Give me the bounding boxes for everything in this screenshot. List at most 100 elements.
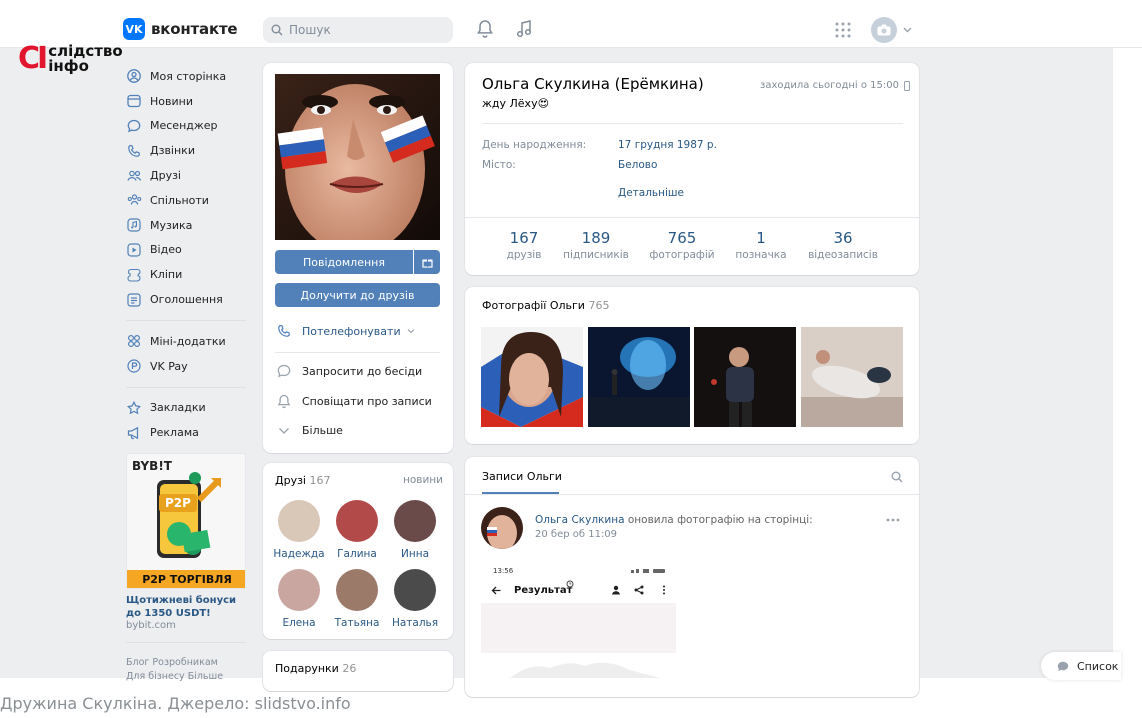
user-avatar-menu[interactable] (871, 17, 897, 43)
stat-videos[interactable]: 36 відеозаписів (803, 229, 883, 263)
nav-label: Оголошення (150, 293, 223, 307)
ad-url[interactable]: bybit.com (126, 620, 176, 631)
friend-item[interactable]: Инна (389, 500, 441, 560)
top-bar: VK вконтакте Пошук (0, 0, 1142, 48)
nav-label: Моя сторінка (150, 69, 227, 83)
city-value[interactable]: Белово (618, 159, 657, 171)
friend-item[interactable]: Наталья (389, 569, 441, 629)
nav-item-clips[interactable]: Кліпи (126, 262, 246, 287)
message-button[interactable]: Повідомлення (275, 250, 413, 274)
friends-news-link[interactable]: новини (403, 474, 443, 486)
nav-item-advertising[interactable]: Реклама (126, 420, 246, 445)
friend-item[interactable]: Татьяна (331, 569, 383, 629)
nav-item-mini-apps[interactable]: Міні-додатки (126, 329, 246, 354)
nav-divider (126, 386, 246, 388)
post-author-avatar[interactable] (481, 507, 523, 549)
vkpay-icon (126, 358, 142, 374)
nav-label: Друзі (150, 169, 181, 183)
search-icon[interactable] (891, 471, 903, 483)
post-screenshot[interactable]: 13:56 Результат (481, 563, 676, 653)
profile-status: жду Лёху😍 (482, 97, 550, 110)
birthday-label: День народження: (482, 139, 587, 151)
nav-item-ads[interactable]: Оголошення (126, 287, 246, 312)
add-friend-button[interactable]: Долучити до друзів (275, 283, 440, 307)
nav-item-communities[interactable]: Спільноти (126, 188, 246, 213)
nav-item-bookmarks[interactable]: Закладки (126, 396, 246, 421)
friend-item[interactable]: Галина (331, 500, 383, 560)
stat-followers[interactable]: 189 підписників (556, 229, 636, 263)
photo-thumbnail-1[interactable] (481, 327, 583, 427)
wall-tab[interactable]: Записи Ольги (482, 470, 562, 483)
nav-item-news[interactable]: Новини (126, 89, 246, 114)
friends-title: Друзі (275, 474, 306, 487)
bell-icon[interactable] (476, 19, 494, 39)
screenshot: VK вконтакте Пошук CI слідство інфо Моя … (0, 0, 1142, 718)
vk-logo[interactable]: VK вконтакте (123, 18, 238, 40)
nav-item-vkpay[interactable]: VK Pay (126, 354, 246, 379)
details-link[interactable]: Детальніше (618, 187, 684, 199)
back-arrow-icon (491, 586, 501, 595)
news-icon (126, 93, 142, 109)
video-icon (126, 242, 142, 258)
friend-item[interactable]: Елена (273, 569, 325, 629)
invite-to-chat-action[interactable]: Запросити до бесіди (276, 364, 422, 379)
bybit-ad-banner[interactable]: BYB!T P2P P2P ТОРГІВЛЯ (126, 453, 246, 589)
footer-line-1[interactable]: Блог Розробникам (126, 656, 256, 670)
call-label: Потелефонувати (302, 324, 401, 338)
shot-title: Результат (514, 585, 573, 596)
nav-label: Спільноти (150, 193, 209, 207)
nav-item-music[interactable]: Музика (126, 213, 246, 238)
footer-line-2[interactable]: Для бізнесу Більше (126, 670, 256, 684)
chevron-down-icon[interactable] (903, 27, 912, 33)
friends-header[interactable]: Друзі 167 (275, 474, 331, 487)
nav-label: Месенджер (150, 119, 218, 133)
profile-name: Ольга Скулкина (Ерёмкина) (482, 75, 704, 93)
friends-count: 167 (309, 474, 331, 487)
profile-photo[interactable] (275, 74, 440, 240)
vk-logo-text: вконтакте (151, 20, 238, 38)
post-date[interactable]: 20 бер об 11:09 (535, 529, 617, 540)
more-label: Більше (302, 424, 343, 437)
nav-label: Кліпи (150, 268, 183, 282)
photos-header[interactable]: Фотографії Ольги 765 (482, 299, 609, 312)
stat-value: 189 (581, 229, 611, 247)
invite-label: Запросити до бесіди (302, 365, 423, 378)
phone-icon (276, 324, 292, 338)
call-action[interactable]: Потелефонувати (276, 324, 415, 338)
birthday-value[interactable]: 17 грудня 1987 р. (618, 139, 717, 151)
notify-action[interactable]: Сповіщати про записи (276, 394, 432, 409)
nav-item-calls[interactable]: Дзвінки (126, 138, 246, 163)
ad-badge: P2P (159, 494, 197, 512)
friend-item[interactable]: Надежда (273, 500, 325, 560)
more-dots-icon[interactable] (886, 518, 900, 522)
gifts-header[interactable]: Подарунки 26 (275, 662, 356, 675)
gift-button[interactable] (414, 250, 440, 274)
nav-label: Закладки (150, 401, 206, 415)
apps-grid-icon[interactable] (835, 22, 851, 38)
search-input[interactable]: Пошук (263, 17, 453, 43)
nav-item-messenger[interactable]: Месенджер (126, 114, 246, 139)
nav-item-video[interactable]: Відео (126, 238, 246, 263)
apps-icon (126, 333, 142, 349)
music-note-icon[interactable] (515, 19, 533, 39)
nav-label: Міні-додатки (150, 334, 226, 348)
city-label: Місто: (482, 159, 516, 171)
nav-item-friends[interactable]: Друзі (126, 163, 246, 188)
stat-friends[interactable]: 167 друзів (484, 229, 564, 263)
nav-item-my-page[interactable]: Моя сторінка (126, 64, 246, 89)
photo-thumbnail-2[interactable] (588, 327, 690, 427)
photo-thumbnail-3[interactable] (694, 327, 796, 427)
ad-brand: BYB!T (132, 459, 172, 473)
post-author[interactable]: Ольга Скулкина (535, 514, 625, 526)
music-icon (126, 217, 142, 233)
stat-value: 765 (667, 229, 697, 247)
stat-photos[interactable]: 765 фотографій (642, 229, 722, 263)
ad-caption[interactable]: Щотижневі бонуси до 1350 USDT! (126, 594, 246, 620)
post-image-fragment (510, 662, 660, 678)
more-action[interactable]: Більше (276, 424, 343, 437)
chat-list-button[interactable]: Список (1041, 652, 1121, 680)
photo-thumbnail-4[interactable] (801, 327, 903, 427)
messenger-icon (126, 118, 142, 134)
slidstvo-watermark: CI слідство інфо (18, 44, 123, 74)
stat-tags[interactable]: 1 позначка (721, 229, 801, 263)
